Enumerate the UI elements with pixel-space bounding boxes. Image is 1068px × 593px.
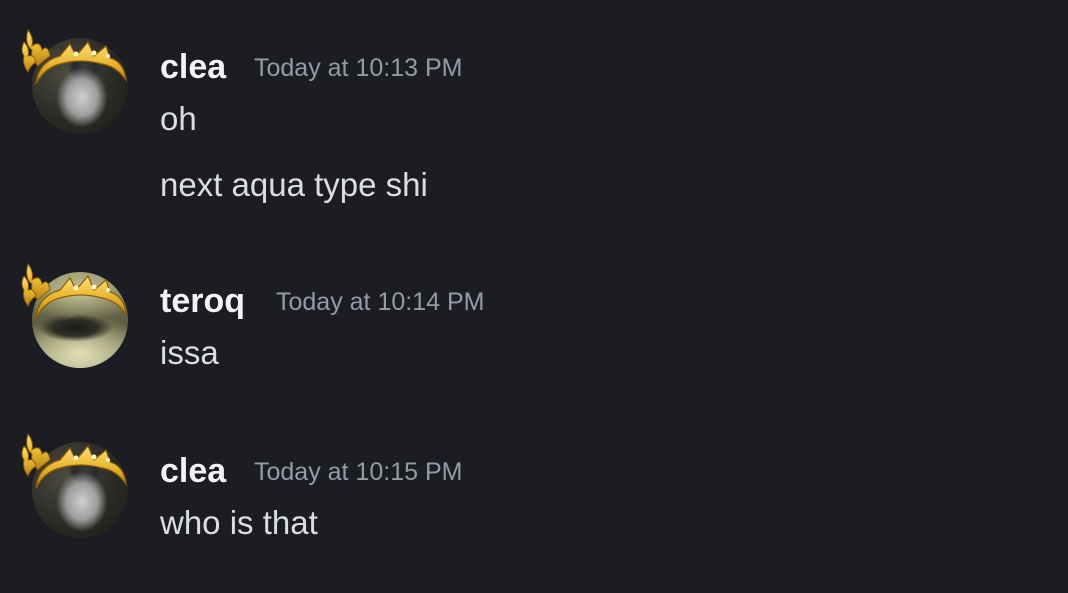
avatar[interactable] <box>20 256 132 368</box>
author-name[interactable]: clea <box>160 50 226 84</box>
message-group: clea Today at 10:13 PM oh next aqua type… <box>0 22 1068 222</box>
avatar[interactable] <box>20 426 132 538</box>
author-name[interactable]: clea <box>160 454 226 488</box>
message-text: next aqua type shi <box>160 166 428 203</box>
message-text: oh <box>160 100 197 137</box>
message-timestamp[interactable]: Today at 10:13 PM <box>254 56 462 81</box>
crown-icon <box>21 263 127 319</box>
message-timestamp[interactable]: Today at 10:15 PM <box>254 460 462 485</box>
message-group: clea Today at 10:15 PM who is that <box>0 426 1068 556</box>
message-text: who is that <box>160 504 318 541</box>
author-name[interactable]: teroq <box>160 284 245 318</box>
message-group: teroq Today at 10:14 PM issa <box>0 256 1068 386</box>
crown-icon <box>21 29 127 85</box>
crown-icon <box>21 433 127 489</box>
avatar[interactable] <box>20 22 132 134</box>
message-text: issa <box>160 334 219 371</box>
message-timestamp[interactable]: Today at 10:14 PM <box>276 290 484 315</box>
